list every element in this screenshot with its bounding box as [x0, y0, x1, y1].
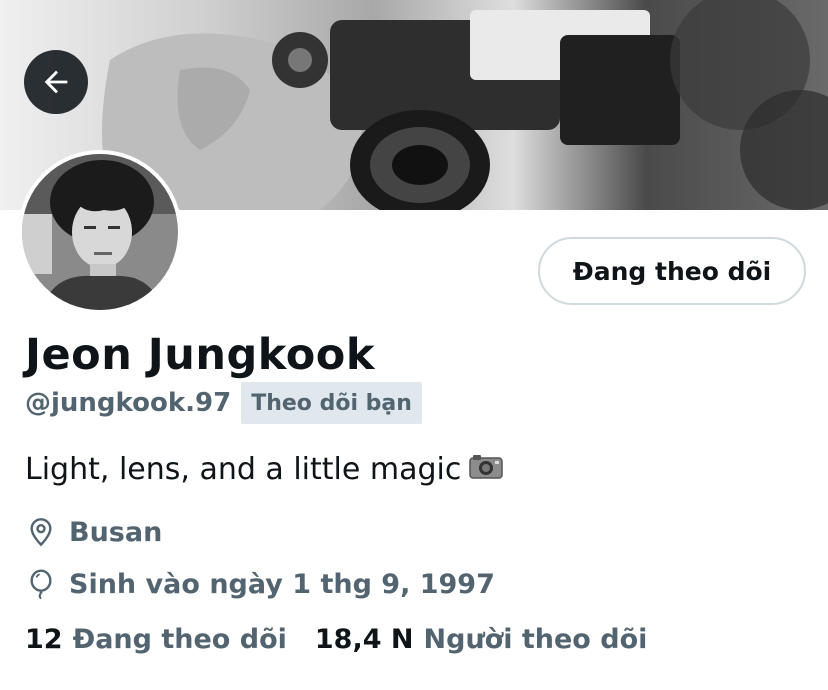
birthday-text: Sinh vào ngày 1 thg 9, 1997 — [69, 568, 495, 600]
followers-link[interactable]: Người theo dõi — [424, 624, 648, 655]
following-button-label: Đang theo dõi — [572, 256, 772, 286]
location-pin-icon — [25, 516, 57, 548]
avatar[interactable] — [18, 150, 182, 314]
avatar-photo — [22, 154, 178, 310]
following-button[interactable]: Đang theo dõi — [538, 237, 806, 305]
location-text: Busan — [69, 516, 163, 548]
bio-text: Light, lens, and a little magic — [25, 452, 462, 487]
bio: Light, lens, and a little magic — [25, 452, 504, 487]
following-count: 12 — [25, 624, 63, 655]
follow-stats: 12 Đang theo dõi 18,4 N Người theo dõi — [25, 624, 647, 655]
arrow-left-icon — [44, 70, 68, 94]
camera-emoji-icon — [469, 452, 504, 487]
birthday-row: Sinh vào ngày 1 thg 9, 1997 — [25, 568, 495, 600]
followers-count: 18,4 N — [314, 624, 414, 655]
handle-row: @jungkook.97 Theo dõi bạn — [25, 382, 422, 424]
balloon-icon — [25, 568, 57, 600]
follows-you-badge: Theo dõi bạn — [241, 382, 422, 424]
location-row: Busan — [25, 516, 162, 548]
display-name: Jeon Jungkook — [25, 330, 375, 380]
following-link[interactable]: Đang theo dõi — [73, 624, 287, 655]
back-button[interactable] — [24, 50, 88, 114]
user-handle: @jungkook.97 — [25, 388, 232, 418]
